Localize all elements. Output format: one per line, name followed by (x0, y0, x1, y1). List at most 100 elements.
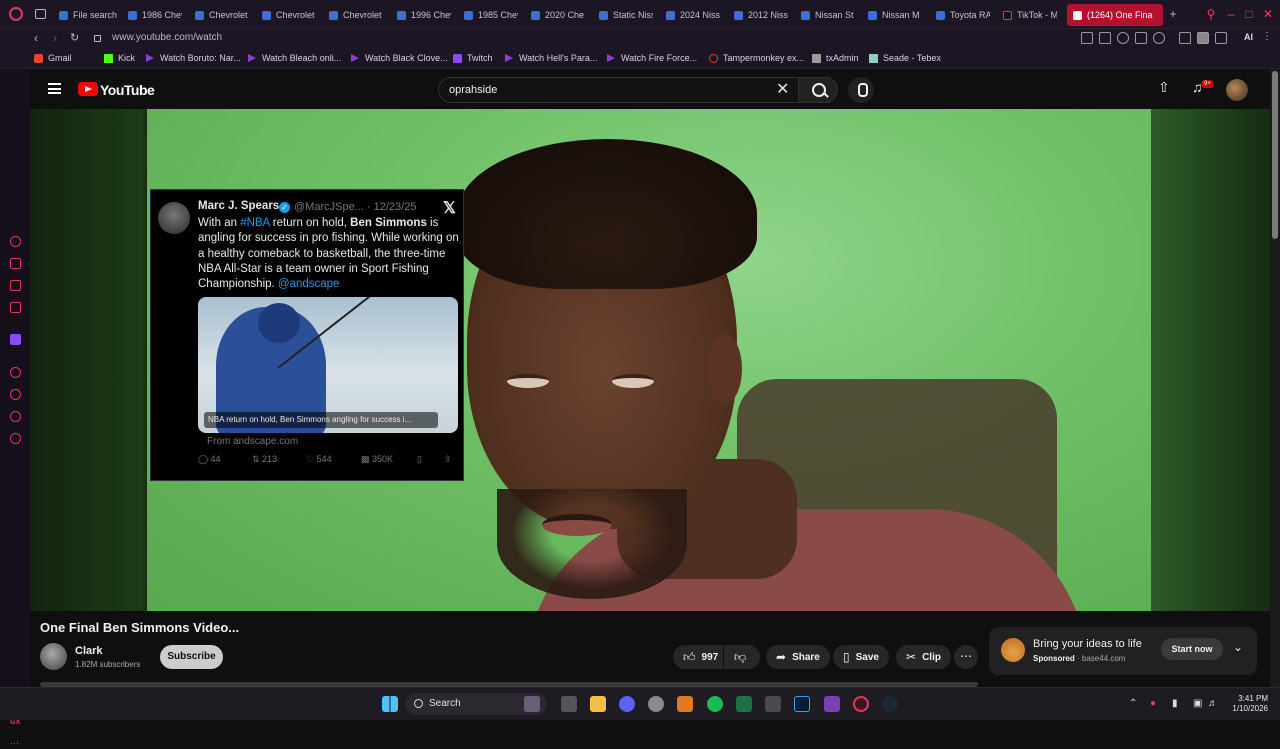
player-sidebar-icon[interactable] (10, 367, 21, 378)
opera-logo-icon[interactable] (9, 7, 23, 21)
extensions-sidebar-icon[interactable] (10, 411, 21, 422)
bookmark-gmail[interactable]: Gmail (34, 53, 72, 63)
youtube-logo-icon[interactable] (78, 82, 98, 96)
spotify-icon[interactable] (707, 696, 723, 712)
channel-name[interactable]: Clark (75, 645, 103, 657)
app-a-icon[interactable] (677, 696, 693, 712)
tray-app-icon[interactable]: ● (1150, 698, 1156, 709)
bookmark-boruto[interactable]: Watch Boruto: Nar... (146, 53, 241, 63)
screenshot-icon[interactable] (1099, 32, 1111, 44)
bookmark-hells-paradise[interactable]: Watch Hell's Para... (505, 53, 597, 63)
tab[interactable]: File search (59, 4, 117, 26)
tab[interactable]: 1996 Chev (397, 4, 451, 26)
url-field[interactable]: www.youtube.com/watch (112, 32, 222, 43)
player-icon[interactable] (1135, 32, 1147, 44)
voice-search-icon[interactable] (848, 77, 874, 103)
tab[interactable]: 1986 Chev (128, 4, 182, 26)
bookmark-tampermonkey[interactable]: Tampermonkey ex... (709, 53, 804, 63)
bookmark-icon[interactable] (1081, 32, 1093, 44)
gx-corner-icon[interactable] (10, 302, 21, 313)
tab[interactable]: 1985 Chev (464, 4, 518, 26)
tab[interactable]: Chevrolet (329, 4, 383, 26)
photoshop-icon[interactable] (794, 696, 810, 712)
tab[interactable]: Static Niss (599, 4, 653, 26)
extensions-icon[interactable] (1179, 32, 1191, 44)
chevron-down-icon[interactable]: ⌄ (1233, 640, 1243, 654)
ai-button[interactable]: AI (1244, 32, 1253, 42)
aria-icon[interactable] (10, 236, 21, 247)
account-avatar[interactable] (1226, 79, 1248, 101)
tab[interactable]: 2020 Che (531, 4, 585, 26)
bookmark-txadmin[interactable]: txAdmin (812, 53, 859, 63)
save-button[interactable]: ▯ Save (833, 645, 889, 669)
app-n-icon[interactable] (765, 696, 781, 712)
messenger-icon[interactable] (10, 280, 21, 291)
create-upload-icon[interactable]: ⇧ (1158, 79, 1170, 96)
new-tab-icon[interactable]: + (1166, 7, 1180, 21)
bookmark-black-clover[interactable]: Watch Black Clove... (351, 53, 448, 63)
history-icon[interactable] (10, 389, 21, 400)
tab-active-youtube[interactable]: (1264) One Fina (1067, 4, 1163, 26)
back-icon[interactable]: ‹ (34, 31, 38, 45)
bookmark-tebex[interactable]: Seade - Tebex (869, 53, 941, 63)
clip-button[interactable]: ✂ Clip (896, 645, 951, 669)
scrollbar-thumb[interactable] (1272, 71, 1278, 239)
task-view-icon[interactable] (524, 696, 540, 712)
discord-icon[interactable] (619, 696, 635, 712)
tab[interactable]: Nissan M (868, 4, 922, 26)
youtube-logo-text[interactable]: YouTube (100, 82, 155, 98)
page-scrollbar[interactable] (1270, 69, 1280, 687)
close-icon[interactable]: ✕ (1261, 7, 1275, 21)
more-actions-icon[interactable]: ⋯ (954, 645, 978, 669)
share-button[interactable]: ➦ Share (766, 645, 830, 669)
taskbar-clock[interactable]: 3:41 PM 1/10/2026 (1222, 694, 1268, 714)
adblock-icon[interactable] (1117, 32, 1129, 44)
bookmark-kick[interactable]: Kick (104, 53, 135, 63)
bookmark-fire-force[interactable]: Watch Fire Force... (607, 53, 697, 63)
forward-icon[interactable]: › (53, 31, 57, 45)
crypto-wallet-icon[interactable] (10, 258, 21, 269)
tray-mic-icon[interactable]: ▮ (1172, 698, 1178, 709)
settings-icon[interactable] (10, 433, 21, 444)
vpn-icon[interactable] (1153, 32, 1165, 44)
tab[interactable]: Nissan St (801, 4, 855, 26)
minimize-icon[interactable]: – (1224, 7, 1238, 21)
excel-icon[interactable] (736, 696, 752, 712)
windows-start-icon[interactable] (382, 696, 398, 712)
sponsored-ad-card[interactable]: Bring your ideas to life Sponsored · bas… (989, 627, 1257, 675)
file-explorer-icon[interactable] (561, 696, 577, 712)
gx-control-label[interactable]: GX (10, 719, 20, 726)
tab[interactable]: Chevrolet (262, 4, 316, 26)
tray-chevron-up-icon[interactable]: ⌃ (1129, 698, 1137, 709)
bookmark-bleach[interactable]: Watch Bleach onli... (248, 53, 341, 63)
tray-display-icon[interactable]: ▣ (1193, 698, 1202, 709)
tab[interactable]: 2024 Niss (666, 4, 720, 26)
steam-icon[interactable] (882, 696, 898, 712)
like-button[interactable]: 👍︎ 997 (673, 645, 723, 669)
search-input[interactable]: oprahside (438, 77, 830, 103)
profile-icon[interactable] (1197, 32, 1209, 44)
maximize-icon[interactable]: □ (1242, 7, 1256, 21)
download-icon[interactable] (1215, 32, 1227, 44)
menu-kebab-icon[interactable]: ⋮ (1262, 31, 1272, 42)
ad-start-now-button[interactable]: Start now (1161, 638, 1223, 660)
opera-gx-taskbar-icon[interactable] (853, 696, 869, 712)
twitch-sidebar-icon[interactable] (10, 334, 21, 345)
tray-speaker-icon[interactable]: ♬ (1208, 698, 1218, 709)
tab[interactable]: 2012 Niss (734, 4, 788, 26)
bookmark-twitch[interactable]: Twitch (453, 53, 493, 63)
tab[interactable]: Chevrolet (195, 4, 249, 26)
tab[interactable]: TikTok - M (1003, 4, 1057, 26)
clear-search-icon[interactable]: ✕ (776, 79, 789, 99)
folder-icon[interactable] (590, 696, 606, 712)
search-tabs-icon[interactable]: ⚲ (1204, 7, 1218, 21)
hamburger-menu-icon[interactable] (48, 83, 61, 94)
dislike-button[interactable]: 👎︎ (724, 645, 760, 669)
reload-icon[interactable]: ↻ (70, 31, 79, 44)
more-dots-icon[interactable]: ⋯ (10, 738, 19, 749)
workspaces-icon[interactable] (35, 9, 46, 19)
settings-gear-icon[interactable] (648, 696, 664, 712)
tab[interactable]: Toyota RA (936, 4, 990, 26)
channel-avatar[interactable] (40, 643, 67, 670)
search-button[interactable] (798, 77, 838, 103)
